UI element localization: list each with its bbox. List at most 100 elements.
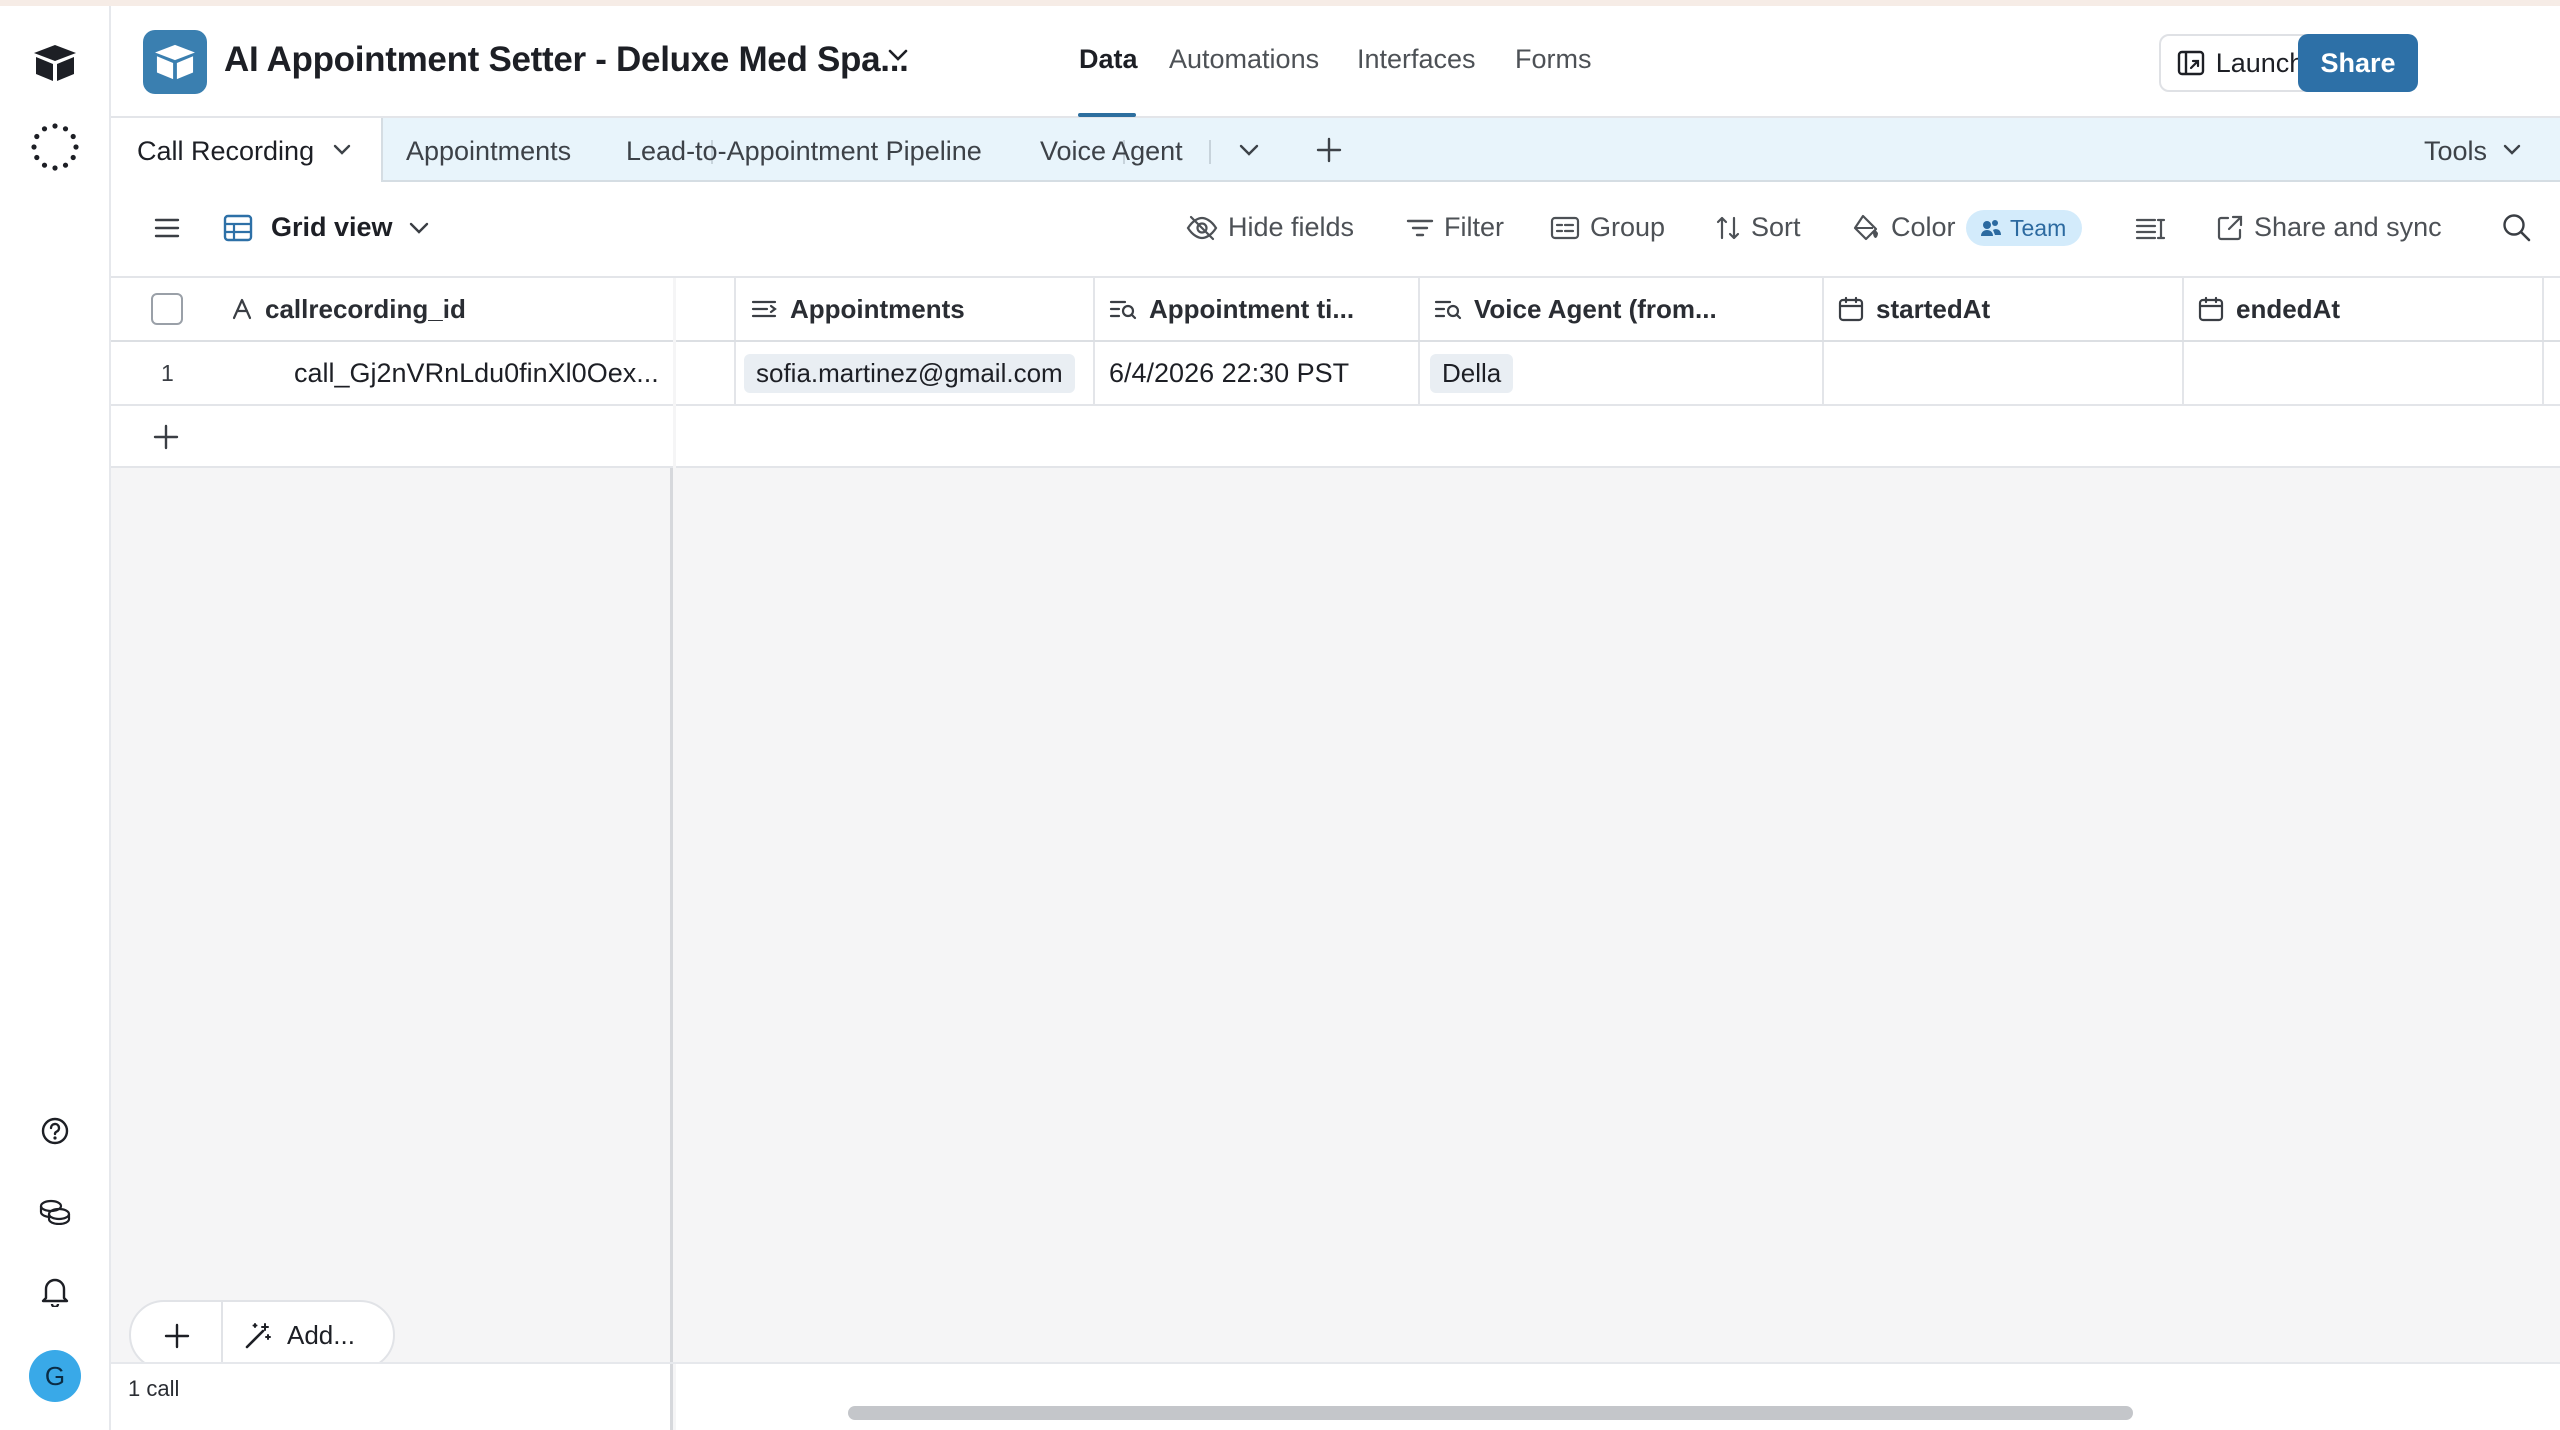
calendar-icon bbox=[1838, 296, 1864, 322]
active-tab-indicator bbox=[1078, 113, 1136, 117]
add-row-area[interactable] bbox=[676, 406, 2560, 468]
bell-icon[interactable] bbox=[30, 1266, 80, 1316]
cell-startedat[interactable] bbox=[1824, 342, 2184, 404]
text-field-icon bbox=[232, 298, 252, 320]
hide-fields-button[interactable]: Hide fields bbox=[1186, 212, 1354, 243]
chevron-down-icon[interactable] bbox=[409, 222, 429, 235]
launch-button[interactable]: Launch bbox=[2159, 34, 2321, 92]
share-and-sync-label: Share and sync bbox=[2254, 212, 2442, 242]
footer-left bbox=[111, 1364, 673, 1430]
home-cube-icon[interactable] bbox=[30, 38, 80, 88]
tools-label: Tools bbox=[2424, 136, 2488, 166]
tools-menu[interactable]: Tools bbox=[2424, 136, 2487, 167]
header-spacer bbox=[676, 278, 736, 340]
help-icon[interactable] bbox=[30, 1106, 80, 1156]
more-tables-chevron-icon[interactable] bbox=[1239, 144, 1259, 158]
row-height-icon[interactable] bbox=[2135, 216, 2167, 242]
header-startedat[interactable]: startedAt bbox=[1824, 278, 2184, 340]
table-tab-appointments[interactable]: Appointments bbox=[406, 136, 571, 167]
nav-tab-interfaces[interactable]: Interfaces bbox=[1357, 44, 1476, 75]
header-endedat[interactable]: endedAt bbox=[2184, 278, 2544, 340]
sort-label: Sort bbox=[1751, 212, 1801, 242]
header-appointments[interactable]: Appointments bbox=[736, 278, 1095, 340]
group-label: Group bbox=[1590, 212, 1666, 242]
header-voice-agent[interactable]: Voice Agent (from... bbox=[1420, 278, 1824, 340]
chevron-down-icon[interactable] bbox=[333, 144, 351, 156]
cell-appointments[interactable]: sofia.martinez@gmail.com bbox=[736, 342, 1095, 404]
header-label: startedAt bbox=[1876, 293, 1991, 324]
add-table-icon[interactable] bbox=[1315, 136, 1343, 164]
table-tab-label: Call Recording bbox=[137, 136, 315, 166]
add-record-row[interactable] bbox=[111, 406, 673, 468]
color-button[interactable]: Color bbox=[1851, 212, 1956, 243]
linked-record-chip[interactable]: sofia.martinez@gmail.com bbox=[744, 353, 1075, 393]
base-logo-icon[interactable] bbox=[143, 30, 207, 94]
header-row: Appointments Appointment ti... Voice Age… bbox=[676, 278, 2560, 342]
chevron-down-icon[interactable] bbox=[2503, 144, 2521, 156]
row-spacer bbox=[676, 342, 736, 404]
record-count: 1 call bbox=[128, 1376, 180, 1401]
primary-field-header[interactable]: callrecording_id bbox=[265, 294, 466, 325]
select-all-checkbox[interactable] bbox=[151, 293, 183, 325]
row-number: 1 bbox=[161, 359, 174, 386]
frozen-column: callrecording_id 1 call_Gj2nVRnLdu0finXl… bbox=[111, 278, 673, 1430]
callrecording-id-value: call_Gj2nVRnLdu0finXl0Oex... bbox=[294, 357, 659, 388]
table-tab-pipeline[interactable]: Lead-to-Appointment Pipeline bbox=[626, 136, 982, 167]
filter-button[interactable]: Filter bbox=[1406, 212, 1504, 243]
view-toolbar: Grid view Hide fields Filter Group Sort … bbox=[111, 182, 2560, 278]
filter-icon bbox=[1406, 219, 1434, 236]
view-name[interactable]: Grid view bbox=[271, 212, 393, 243]
frozen-header-cell: callrecording_id bbox=[111, 278, 673, 340]
grid-view-icon bbox=[223, 214, 253, 242]
table-tab-call-recording[interactable]: Call Recording bbox=[111, 118, 383, 184]
team-badge[interactable]: Team bbox=[1966, 210, 2083, 246]
base-title[interactable]: AI Appointment Setter - Deluxe Med Spa..… bbox=[224, 40, 909, 80]
sort-icon bbox=[1716, 216, 1740, 239]
pill-divider bbox=[221, 1302, 223, 1368]
cell-endedat[interactable] bbox=[2184, 342, 2544, 404]
header-label: Voice Agent (from... bbox=[1474, 293, 1717, 324]
horizontal-scroll-track bbox=[676, 1364, 2560, 1430]
loading-ring-icon[interactable] bbox=[30, 122, 80, 172]
add-icon[interactable] bbox=[163, 1322, 191, 1350]
add-pill: Add... bbox=[129, 1300, 395, 1370]
horizontal-scrollbar[interactable] bbox=[848, 1406, 2133, 1420]
chevron-down-icon[interactable] bbox=[887, 48, 909, 67]
add-record-icon[interactable] bbox=[151, 422, 181, 452]
nav-tab-forms[interactable]: Forms bbox=[1515, 44, 1592, 75]
table-tabs-bar: Call Recording Appointments Lead-to-Appo… bbox=[111, 118, 2560, 184]
calendar-icon bbox=[2198, 296, 2224, 322]
lookup-icon bbox=[1434, 300, 1462, 320]
add-with-ai-button[interactable]: Add... bbox=[243, 1320, 355, 1351]
cell-voice-agent[interactable]: Della bbox=[1420, 342, 1824, 404]
sort-button[interactable]: Sort bbox=[1715, 212, 1801, 243]
frozen-header-row: callrecording_id bbox=[111, 278, 673, 342]
group-button[interactable]: Group bbox=[1550, 212, 1665, 243]
table-row[interactable]: sofia.martinez@gmail.com 6/4/2026 22:30 … bbox=[676, 342, 2560, 406]
cell-appointment-time[interactable]: 6/4/2026 22:30 PST bbox=[1095, 342, 1420, 404]
menu-icon[interactable] bbox=[153, 216, 181, 240]
nav-tab-data[interactable]: Data bbox=[1079, 44, 1138, 75]
linked-record-icon bbox=[751, 300, 777, 318]
nav-tab-automations[interactable]: Automations bbox=[1169, 44, 1319, 75]
team-icon bbox=[1981, 220, 2001, 236]
table-tab-voice-agent[interactable]: Voice Agent bbox=[1040, 136, 1183, 167]
header-label: Appointments bbox=[790, 293, 965, 324]
share-and-sync-button[interactable]: Share and sync bbox=[2216, 212, 2442, 243]
add-label: Add... bbox=[287, 1320, 355, 1350]
header-appointment-time[interactable]: Appointment ti... bbox=[1095, 278, 1420, 340]
magic-wand-icon bbox=[245, 1322, 271, 1348]
color-label: Color bbox=[1891, 212, 1956, 242]
coins-icon[interactable] bbox=[30, 1186, 80, 1236]
team-label: Team bbox=[2010, 214, 2067, 241]
data-grid: Appointments Appointment ti... Voice Age… bbox=[111, 278, 2560, 1430]
frozen-data-row[interactable]: 1 call_Gj2nVRnLdu0finXl0Oex... bbox=[111, 342, 673, 406]
search-icon[interactable] bbox=[2501, 212, 2533, 244]
header-label: endedAt bbox=[2236, 293, 2340, 324]
avatar[interactable]: G bbox=[29, 1350, 81, 1402]
primary-cell[interactable]: 1 call_Gj2nVRnLdu0finXl0Oex... bbox=[111, 342, 673, 404]
app-header: AI Appointment Setter - Deluxe Med Spa..… bbox=[111, 6, 2560, 118]
external-link-icon bbox=[2217, 215, 2243, 240]
share-button[interactable]: Share bbox=[2298, 34, 2418, 92]
lookup-icon bbox=[1109, 300, 1137, 320]
